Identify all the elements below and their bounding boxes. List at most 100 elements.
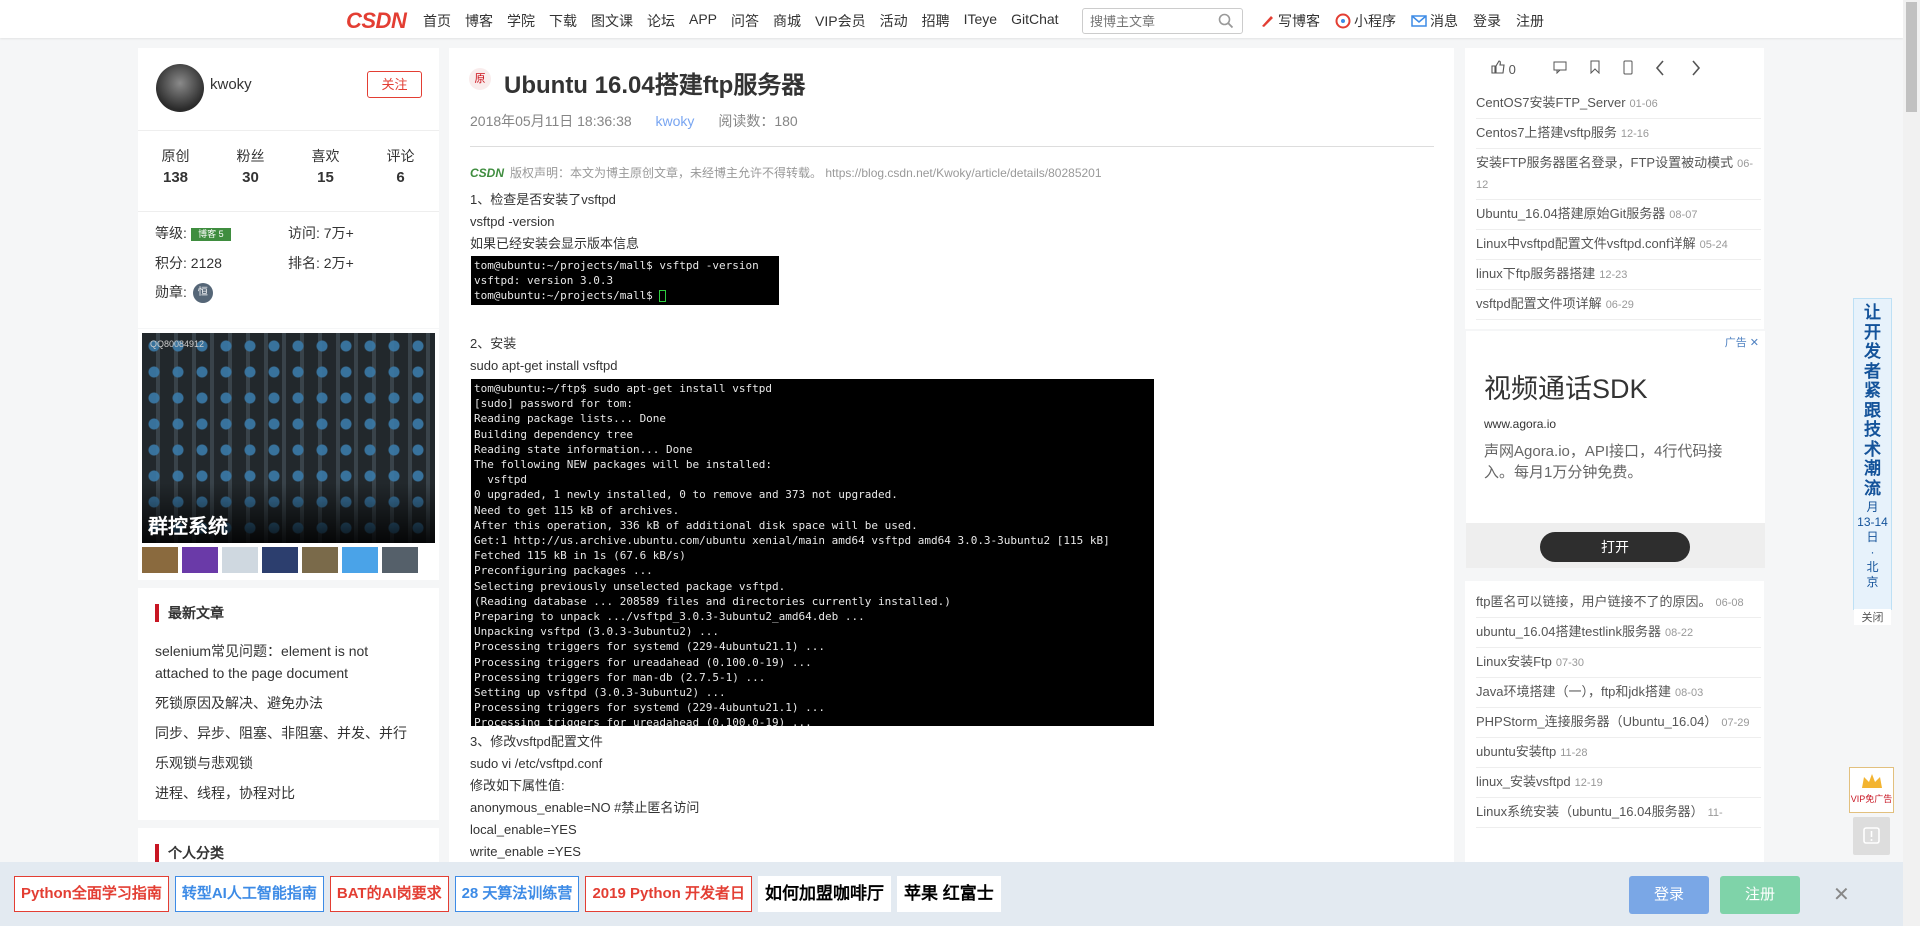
ad-label[interactable]: 广告 ✕ xyxy=(1725,334,1759,350)
thumbnail[interactable] xyxy=(262,547,298,573)
follow-button[interactable]: 关注 xyxy=(367,71,422,98)
csdn-logo[interactable]: CSDN xyxy=(346,8,407,34)
thumbnail[interactable] xyxy=(182,547,218,573)
list-item[interactable]: vsftpd配置文件项详解 06-29 xyxy=(1476,290,1761,320)
prev-article-icon[interactable] xyxy=(1655,60,1665,79)
ad-close-icon[interactable]: ✕ xyxy=(1750,337,1759,349)
terminal-line: Processing triggers for man-db (2.7.5-1)… xyxy=(474,670,766,684)
vip-no-ads-button[interactable]: VIP免广告 xyxy=(1849,767,1894,813)
terminal-line: Processing triggers for ureadahead (0.10… xyxy=(474,655,812,669)
promo-tag[interactable]: Python全面学习指南 xyxy=(14,876,169,912)
list-item[interactable]: 同步、异步、阻塞、非阻塞、并发、并行 xyxy=(155,722,425,744)
list-item[interactable]: 死锁原因及解决、避免办法 xyxy=(155,692,425,714)
nav-events[interactable]: 活动 xyxy=(880,11,908,31)
list-item[interactable]: 安装FTP服务器匿名登录，FTP设置被动模式 06-12 xyxy=(1476,149,1761,200)
promo-tag[interactable]: 苹果 红富士 xyxy=(896,876,1001,912)
thumbnail[interactable] xyxy=(342,547,378,573)
promo-tag[interactable]: 转型AI人工智能指南 xyxy=(174,876,324,912)
page-scrollbar[interactable] xyxy=(1903,0,1920,926)
list-item[interactable]: linux_安装vsftpd 12-19 xyxy=(1476,768,1761,798)
nav-vip[interactable]: VIP会员 xyxy=(815,11,866,31)
ad-image[interactable]: QQ80084912 群控系统 xyxy=(142,333,435,543)
article-info: 2018年05月11日 18:36:38 kwoky 阅读数：180 xyxy=(470,111,818,131)
nav-academy[interactable]: 学院 xyxy=(507,11,535,31)
list-item[interactable]: selenium常见问题：element is not attached to … xyxy=(155,640,425,684)
medal-icon[interactable]: 恒 xyxy=(192,283,213,304)
search-input[interactable] xyxy=(1083,9,1213,33)
article-toolbar: 0 xyxy=(1465,48,1764,92)
list-item[interactable]: Linux系统安装（ubuntu_16.04服务器） 11- xyxy=(1476,798,1761,828)
ad-open-button[interactable]: 打开 xyxy=(1540,532,1690,562)
nav-forum[interactable]: 论坛 xyxy=(647,11,675,31)
list-item[interactable]: ubuntu安装ftp 11-28 xyxy=(1476,738,1761,768)
search-icon[interactable] xyxy=(1218,13,1234,32)
next-article-icon[interactable] xyxy=(1691,60,1701,79)
ad-caption: 群控系统 xyxy=(148,516,228,538)
nav-home[interactable]: 首页 xyxy=(423,11,451,31)
messages-link[interactable]: 消息 xyxy=(1411,11,1458,31)
terminal-line: Fetched 115 kB in 1s (67.6 kB/s) xyxy=(474,549,686,563)
mobile-icon[interactable] xyxy=(1623,60,1633,78)
list-item[interactable]: linux下ftp服务器搭建 12-23 xyxy=(1476,260,1761,290)
thumbnail[interactable] xyxy=(222,547,258,573)
ad-url[interactable]: www.agora.io xyxy=(1484,417,1556,431)
scrollbar-thumb[interactable] xyxy=(1906,2,1917,112)
nav-app[interactable]: APP xyxy=(689,11,717,31)
bookmark-icon[interactable] xyxy=(1589,60,1601,77)
event-vertical-banner[interactable]: 让开发者紧跟技术潮流 4 月 13-14 日 · 北京 关闭 xyxy=(1853,298,1892,625)
register-link[interactable]: 注册 xyxy=(1516,11,1544,31)
banner-close-button[interactable]: 关闭 xyxy=(1854,609,1891,625)
list-item[interactable]: ftp匿名可以链接，用户链接不了的原因。 06-08 xyxy=(1476,588,1761,618)
promo-tag[interactable]: 28 天算法训练营 xyxy=(454,876,580,912)
ad-heading[interactable]: 视频通话SDK xyxy=(1484,367,1648,406)
mini-program-link[interactable]: 小程序 xyxy=(1335,11,1396,31)
list-item[interactable]: PHPStorm_连接服务器（Ubuntu_16.04） 07-29 xyxy=(1476,708,1761,738)
list-item[interactable]: Linux安装Ftp 07-30 xyxy=(1476,648,1761,678)
login-link[interactable]: 登录 xyxy=(1473,11,1501,31)
left-ad[interactable]: QQ80084912 群控系统 xyxy=(138,329,439,580)
nav-iteye[interactable]: ITeye xyxy=(964,11,997,31)
close-icon[interactable]: ✕ xyxy=(1833,882,1850,907)
terminal-line: The following NEW packages will be insta… xyxy=(474,458,773,472)
nav-jobs[interactable]: 招聘 xyxy=(922,11,950,31)
level-badge: 博客 5 xyxy=(190,227,231,241)
thumbnail[interactable] xyxy=(142,547,178,573)
thumbnail[interactable] xyxy=(382,547,418,573)
bottom-login-bar: Python全面学习指南 转型AI人工智能指南 BAT的AI岗要求 28 天算法训练营… xyxy=(0,862,1903,926)
comment-icon[interactable] xyxy=(1553,60,1567,77)
nav-mall[interactable]: 商城 xyxy=(773,11,801,31)
terminal-cursor xyxy=(659,290,667,303)
list-item[interactable]: 进程、线程，协程对比 xyxy=(155,782,425,804)
avatar[interactable] xyxy=(156,64,204,112)
terminal-line: Setting up vsftpd (3.0.3-3ubuntu2) ... xyxy=(474,686,726,700)
list-item[interactable]: Ubuntu_16.04搭建原始Git服务器 08-07 xyxy=(1476,200,1761,230)
categories-title: 个人分类 xyxy=(155,844,224,862)
thumbnail[interactable] xyxy=(302,547,338,573)
register-button[interactable]: 注册 xyxy=(1720,876,1800,914)
nav-blog[interactable]: 博客 xyxy=(465,11,493,31)
author-name[interactable]: kwoky xyxy=(210,76,252,93)
promo-tag[interactable]: 2019 Python 开发者日 xyxy=(585,876,752,912)
paragraph: 如果已经安装会显示版本信息 xyxy=(470,236,640,251)
list-item[interactable]: 乐观锁与悲观锁 xyxy=(155,752,425,774)
list-item[interactable]: Centos7上搭建vsftp服务 12-16 xyxy=(1476,119,1761,149)
article-author[interactable]: kwoky xyxy=(656,113,695,129)
terminal-line: Selecting previously unselected package … xyxy=(474,579,786,593)
feedback-button[interactable] xyxy=(1853,817,1890,855)
like-button[interactable]: 0 xyxy=(1491,60,1516,77)
write-blog-link[interactable]: 写博客 xyxy=(1259,11,1320,31)
list-item[interactable]: Java环境搭建（一），ftp和jdk搭建 08-03 xyxy=(1476,678,1761,708)
right-ad[interactable]: 广告 ✕ 视频通话SDK www.agora.io 声网Agora.io，API… xyxy=(1466,331,1765,568)
nav-qa[interactable]: 问答 xyxy=(731,11,759,31)
terminal-line: Processing triggers for systemd (229-4ub… xyxy=(474,701,825,715)
nav-gitchat[interactable]: GitChat xyxy=(1011,11,1058,31)
list-item[interactable]: Linux中vsftpd配置文件vsftpd.conf详解 05-24 xyxy=(1476,230,1761,260)
list-item[interactable]: CentOS7安装FTP_Server 01-06 xyxy=(1476,89,1761,119)
login-button[interactable]: 登录 xyxy=(1629,876,1709,914)
nav-tuwenke[interactable]: 图文课 xyxy=(591,11,633,31)
promo-tag[interactable]: BAT的AI岗要求 xyxy=(329,876,449,912)
promo-tag[interactable]: 如何加盟咖啡厅 xyxy=(757,876,891,912)
list-item[interactable]: ubuntu_16.04搭建testlink服务器 08-22 xyxy=(1476,618,1761,648)
paragraph: anonymous_enable=NO #禁止匿名访问 xyxy=(470,800,700,815)
nav-download[interactable]: 下载 xyxy=(549,11,577,31)
